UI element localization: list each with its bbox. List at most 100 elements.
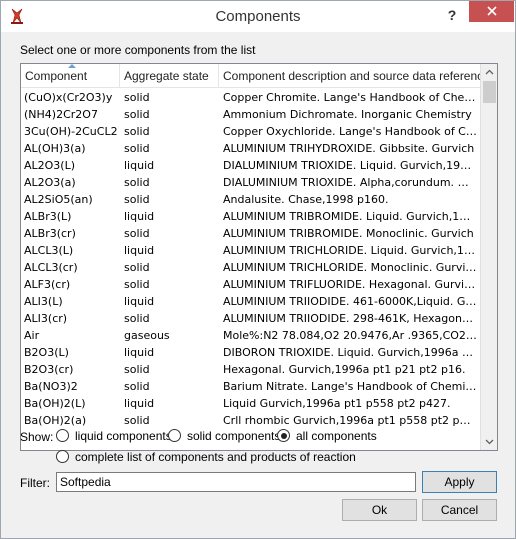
table-row[interactable]: AL2O3(L) liquid DIALUMINIUM TRIOXIDE. Liqu… [21, 157, 480, 174]
radio-solid-dot[interactable] [168, 429, 181, 442]
scrollbar-thumb[interactable] [483, 81, 496, 103]
description-cell: Barium Nitrate. Lange's Handbook of Chem… [223, 380, 477, 393]
table-row[interactable]: B2O3(L) liquid DIBORON TRIOXIDE. Liquid. G… [21, 344, 480, 361]
help-button[interactable]: ? [441, 3, 463, 27]
component-cell: B2O3(cr) [24, 363, 74, 376]
aggregate-state-cell: solid [124, 380, 150, 393]
aggregate-state-cell: gaseous [124, 329, 170, 342]
description-cell: Copper Chromite. Lange's Handbook of Che… [223, 91, 477, 104]
vertical-scrollbar[interactable] [480, 64, 497, 450]
components-list[interactable]: Component Aggregate state Component desc… [20, 63, 498, 451]
list-header: Component Aggregate state Component desc… [21, 64, 480, 88]
close-button[interactable] [469, 1, 514, 22]
component-cell: (NH4)2Cr2O7 [24, 108, 98, 121]
description-cell: ALUMINIUM TRICHLORIDE. Monoclinic. Gurvi… [223, 261, 477, 274]
component-cell: Ba(OH)2(a) [24, 414, 87, 427]
components-dialog: Components ? Select one or more componen… [0, 0, 516, 539]
aggregate-state-cell: liquid [124, 295, 155, 308]
window-title: Components [215, 8, 301, 25]
description-cell: Andalusite. Chase,1998 p160. [223, 193, 389, 206]
component-cell: ALF3(cr) [24, 278, 71, 291]
title-bar[interactable]: Components ? [1, 1, 515, 32]
description-cell: ALUMINIUM TRIIODIDE. 298-461K, Hexagonal… [223, 312, 477, 325]
aggregate-state-cell: solid [124, 142, 150, 155]
radio-complete-dot[interactable] [56, 450, 69, 463]
table-row[interactable]: ALCL3(L) liquid ALUMINIUM TRICHLORIDE. Liq… [21, 242, 480, 259]
aggregate-state-cell: solid [124, 91, 150, 104]
description-cell: DIBORON TRIOXIDE. Liquid. Gurvich,1996a … [223, 346, 477, 359]
aggregate-state-cell: solid [124, 312, 150, 325]
scroll-down-icon[interactable] [481, 433, 498, 450]
component-cell: Ba(NO3)2 [24, 380, 78, 393]
aggregate-state-cell: liquid [124, 346, 155, 359]
component-cell: ALCL3(cr) [24, 261, 78, 274]
component-cell: AL2O3(L) [24, 159, 76, 172]
table-row[interactable]: Ba(NO3)2 solid Barium Nitrate. Lange's Han… [21, 378, 480, 395]
component-cell: B2O3(L) [24, 346, 69, 359]
aggregate-state-cell: solid [124, 227, 150, 240]
aggregate-state-cell: solid [124, 278, 150, 291]
table-row[interactable]: ALBr3(cr) solid ALUMINIUM TRIBROMIDE. Mono… [21, 225, 480, 242]
description-cell: Mole%:N2 78.084,O2 20.9476,Ar .9365,CO2 … [223, 329, 477, 342]
component-cell: ALCL3(L) [24, 244, 74, 257]
description-cell: ALUMINIUM TRIHYDROXIDE. Gibbsite. Gurvic… [223, 142, 475, 155]
table-row[interactable]: 3Cu(OH)-2CuCL2 solid Copper Oxychloride. L… [21, 123, 480, 140]
aggregate-state-cell: solid [124, 363, 150, 376]
component-cell: AL2SiO5(an) [24, 193, 93, 206]
table-row[interactable]: Ba(OH)2(L) liquid Liquid Gurvich,1996a pt1… [21, 395, 480, 412]
table-row[interactable]: AL2SiO5(an) solid Andalusite. Chase,1998 p… [21, 191, 480, 208]
table-row[interactable]: AL2O3(a) solid DIALUMINIUM TRIOXIDE. Alpha… [21, 174, 480, 191]
table-row[interactable]: (CuO)x(Cr2O3)y solid Copper Chromite. Lang… [21, 89, 480, 106]
table-row[interactable]: Ba(OH)2(a) solid Crll rhombic Gurvich,1996… [21, 412, 480, 429]
component-cell: Ba(OH)2(L) [24, 397, 86, 410]
aggregate-state-cell: solid [124, 414, 150, 427]
dialog-body: Select one or more components from the l… [9, 32, 507, 532]
filter-label: Filter: [20, 476, 50, 490]
show-label: Show: [20, 430, 54, 444]
cancel-button[interactable]: Cancel [422, 499, 497, 521]
aggregate-state-cell: solid [124, 193, 150, 206]
table-row[interactable]: ALF3(cr) solid ALUMINIUM TRIFLUORIDE. Hexa… [21, 276, 480, 293]
description-cell: Liquid Gurvich,1996a pt1 p558 pt2 p427. [223, 397, 451, 410]
description-cell: ALUMINIUM TRIFLUORIDE. Hexagonal. Gurvic… [223, 278, 477, 291]
ok-button[interactable]: Ok [342, 499, 417, 521]
description-cell: ALUMINIUM TRIIODIDE. 461-6000K,Liquid. G… [223, 295, 477, 308]
table-row[interactable]: AL(OH)3(a) solid ALUMINIUM TRIHYDROXIDE. G… [21, 140, 480, 157]
aggregate-state-cell: liquid [124, 159, 155, 172]
table-row[interactable]: ALBr3(L) liquid ALUMINIUM TRIBROMIDE. Liqu… [21, 208, 480, 225]
radio-all-dot[interactable] [277, 429, 290, 442]
aggregate-state-cell: liquid [124, 397, 155, 410]
radio-solid-label[interactable]: solid components [187, 428, 280, 444]
column-header-description[interactable]: Component description and source data re… [219, 64, 480, 88]
radio-liquid-dot[interactable] [56, 429, 69, 442]
radio-all-label[interactable]: all components [296, 428, 377, 444]
table-row[interactable]: (NH4)2Cr2O7 solid Ammonium Dichromate. Ino… [21, 106, 480, 123]
description-cell: ALUMINIUM TRICHLORIDE. Liquid. Gurvich,1… [223, 244, 477, 257]
list-rows: (CuO)x(Cr2O3)y solid Copper Chromite. Lang… [21, 89, 480, 429]
column-header-aggregate-state[interactable]: Aggregate state [120, 64, 219, 88]
table-row[interactable]: ALI3(cr) solid ALUMINIUM TRIIODIDE. 298-46… [21, 310, 480, 327]
scroll-up-icon[interactable] [481, 64, 498, 81]
aggregate-state-cell: solid [124, 261, 150, 274]
component-cell: ALBr3(L) [24, 210, 72, 223]
description-cell: Copper Oxychloride. Lange's Handbook of … [223, 125, 477, 138]
radio-complete-label[interactable]: complete list of components and products… [75, 449, 356, 465]
table-row[interactable]: B2O3(cr) solid Hexagonal. Gurvich,1996a pt… [21, 361, 480, 378]
component-cell: Air [24, 329, 40, 342]
table-row[interactable]: ALI3(L) liquid ALUMINIUM TRIIODIDE. 461-60… [21, 293, 480, 310]
radio-liquid-label[interactable]: liquid components [75, 428, 172, 444]
description-cell: ALUMINIUM TRIBROMIDE. Monoclinic. Gurvic… [223, 227, 474, 240]
component-cell: ALI3(L) [24, 295, 63, 308]
aggregate-state-cell: solid [124, 108, 150, 121]
filter-input[interactable] [56, 472, 416, 492]
aggregate-state-cell: solid [124, 125, 150, 138]
apply-button[interactable]: Apply [422, 471, 497, 493]
description-cell: Crll rhombic Gurvich,1996a pt1 p558 pt2 … [223, 414, 477, 427]
aggregate-state-cell: solid [124, 176, 150, 189]
instruction-text: Select one or more components from the l… [20, 43, 256, 57]
table-row[interactable]: Air gaseous Mole%:N2 78.084,O2 20.9476,Ar … [21, 327, 480, 344]
table-row[interactable]: ALCL3(cr) solid ALUMINIUM TRICHLORIDE. Mon… [21, 259, 480, 276]
component-cell: ALI3(cr) [24, 312, 68, 325]
sort-ascending-icon [68, 64, 76, 68]
close-icon [486, 6, 497, 16]
